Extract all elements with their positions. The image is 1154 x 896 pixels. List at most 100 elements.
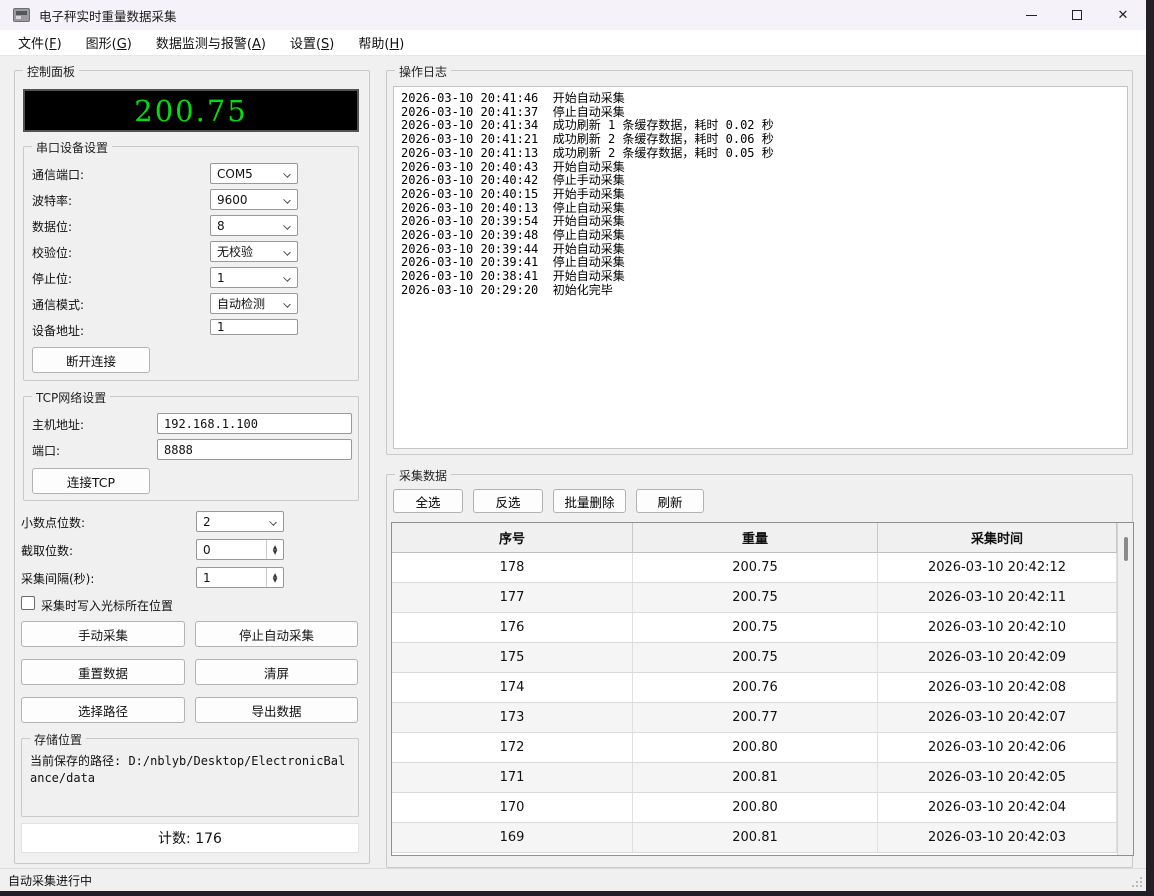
write-cursor-checkbox[interactable] bbox=[21, 596, 35, 610]
field-label: 截取位数: bbox=[21, 542, 73, 559]
storage-path-text: 当前保存的路径: D:/nblyb/Desktop/ElectronicBala… bbox=[30, 753, 350, 787]
minimize-button[interactable] bbox=[1008, 0, 1054, 30]
tcp-settings-group: TCP网络设置 主机地址: 192.168.1.100 端口: 8888 连接T… bbox=[23, 396, 359, 501]
table-cell: 172 bbox=[392, 733, 633, 762]
table-scrollbar-thumb[interactable] bbox=[1124, 537, 1128, 561]
combo-box[interactable]: 1 bbox=[210, 267, 298, 288]
table-row[interactable]: 172200.802026-03-10 20:42:06 bbox=[392, 733, 1133, 763]
table-cell: 200.75 bbox=[633, 553, 878, 582]
spinner-arrows-icon[interactable]: ▲▼ bbox=[266, 540, 283, 559]
log-entry: 2026-03-10 20:40:15 开始手动采集 bbox=[401, 188, 1127, 202]
table-cell: 200.76 bbox=[633, 673, 878, 702]
action-button[interactable]: 手动采集 bbox=[21, 621, 185, 647]
menu-item[interactable]: 帮助(H) bbox=[350, 30, 412, 55]
field-label: 设备地址: bbox=[32, 322, 84, 339]
table-cell: 200.75 bbox=[633, 613, 878, 642]
field-label: 小数点位数: bbox=[21, 514, 85, 531]
action-button[interactable]: 停止自动采集 bbox=[195, 621, 358, 647]
log-entry: 2026-03-10 20:41:13 成功刷新 2 条缓存数据，耗时 0.05… bbox=[401, 147, 1127, 161]
table-cell: 173 bbox=[392, 703, 633, 732]
table-action-button[interactable]: 反选 bbox=[473, 489, 543, 513]
table-header-cell[interactable]: 采集时间 bbox=[878, 523, 1117, 552]
combo-box[interactable]: 无校验 bbox=[210, 241, 298, 262]
table-row[interactable]: 175200.752026-03-10 20:42:09 bbox=[392, 643, 1133, 673]
table-cell: 200.81 bbox=[633, 823, 878, 852]
port-input[interactable]: 8888 bbox=[157, 439, 352, 460]
control-panel-group: 控制面板 200.75 串口设备设置 通信端口:COM5波特率:9600数据位:… bbox=[14, 70, 370, 864]
disconnect-button[interactable]: 断开连接 bbox=[32, 347, 150, 373]
write-cursor-checkbox-label: 采集时写入光标所在位置 bbox=[41, 597, 173, 614]
collected-data-title: 采集数据 bbox=[395, 467, 451, 484]
table-action-button[interactable]: 全选 bbox=[393, 489, 463, 513]
table-row[interactable]: 178200.752026-03-10 20:42:12 bbox=[392, 553, 1133, 583]
table-row[interactable]: 176200.752026-03-10 20:42:10 bbox=[392, 613, 1133, 643]
table-cell: 171 bbox=[392, 763, 633, 792]
combo-box[interactable]: COM5 bbox=[210, 163, 298, 184]
action-button[interactable]: 导出数据 bbox=[195, 697, 358, 723]
table-cell: 174 bbox=[392, 673, 633, 702]
chevron-down-icon bbox=[269, 518, 277, 526]
table-cell: 200.81 bbox=[633, 763, 878, 792]
storage-group: 存储位置 当前保存的路径: D:/nblyb/Desktop/Electroni… bbox=[21, 738, 359, 817]
table-cell: 2026-03-10 20:42:03 bbox=[878, 823, 1117, 852]
table-row[interactable]: 177200.752026-03-10 20:42:11 bbox=[392, 583, 1133, 613]
connect-tcp-button[interactable]: 连接TCP bbox=[32, 468, 150, 494]
action-button[interactable]: 清屏 bbox=[195, 659, 358, 685]
table-row[interactable]: 173200.772026-03-10 20:42:07 bbox=[392, 703, 1133, 733]
field-label: 数据位: bbox=[32, 218, 72, 235]
table-cell: 2026-03-10 20:42:06 bbox=[878, 733, 1117, 762]
table-row[interactable]: 170200.802026-03-10 20:42:04 bbox=[392, 793, 1133, 823]
close-button[interactable]: ✕ bbox=[1100, 0, 1146, 30]
minimize-icon bbox=[1026, 15, 1037, 16]
resize-grip-icon[interactable] bbox=[1132, 877, 1142, 887]
log-entry: 2026-03-10 20:40:42 停止手动采集 bbox=[401, 174, 1127, 188]
action-button[interactable]: 重置数据 bbox=[21, 659, 185, 685]
action-button[interactable]: 选择路径 bbox=[21, 697, 185, 723]
table-header-row: 序号重量采集时间 bbox=[392, 523, 1133, 553]
data-table[interactable]: 序号重量采集时间 178200.752026-03-10 20:42:12177… bbox=[391, 522, 1134, 856]
menu-bar: 文件(F) 图形(G) 数据监测与报警(A) 设置(S) 帮助(H) bbox=[0, 30, 1146, 56]
storage-title: 存储位置 bbox=[30, 731, 86, 748]
spin-box[interactable]: 0▲▼ bbox=[196, 539, 284, 560]
app-window: 电子秤实时重量数据采集 ✕ 文件(F)图形(G)数据监测与报警(A)设置(S)帮… bbox=[0, 0, 1146, 891]
combo-box[interactable]: 8 bbox=[210, 215, 298, 236]
table-row[interactable]: 174200.762026-03-10 20:42:08 bbox=[392, 673, 1133, 703]
table-cell: 170 bbox=[392, 793, 633, 822]
host-label: 主机地址: bbox=[32, 416, 84, 433]
table-action-button[interactable]: 刷新 bbox=[636, 489, 704, 513]
log-textarea[interactable]: 2026-03-10 20:41:46 开始自动采集2026-03-10 20:… bbox=[393, 86, 1128, 449]
weight-display: 200.75 bbox=[23, 89, 359, 132]
table-cell: 200.77 bbox=[633, 703, 878, 732]
combo-box[interactable]: 2 bbox=[196, 511, 284, 532]
menu-item[interactable]: 设置(S) bbox=[282, 30, 342, 55]
table-row[interactable]: 171200.812026-03-10 20:42:05 bbox=[392, 763, 1133, 793]
operation-log-group: 操作日志 2026-03-10 20:41:46 开始自动采集2026-03-1… bbox=[386, 70, 1133, 455]
spinner-arrows-icon[interactable]: ▲▼ bbox=[266, 568, 283, 587]
table-cell: 178 bbox=[392, 553, 633, 582]
close-icon: ✕ bbox=[1118, 8, 1129, 23]
table-row[interactable]: 169200.812026-03-10 20:42:03 bbox=[392, 823, 1133, 853]
menu-item[interactable]: 数据监测与报警(A) bbox=[148, 30, 274, 55]
menu-item[interactable]: 文件(F) bbox=[10, 30, 70, 55]
status-text: 自动采集进行中 bbox=[8, 872, 92, 889]
table-cell: 200.75 bbox=[633, 643, 878, 672]
log-entry: 2026-03-10 20:29:20 初始化完毕 bbox=[401, 284, 1127, 298]
spin-box[interactable]: 1▲▼ bbox=[196, 567, 284, 588]
menu-item[interactable]: 图形(G) bbox=[78, 30, 140, 55]
table-cell: 2026-03-10 20:42:10 bbox=[878, 613, 1117, 642]
text-input[interactable]: 1 bbox=[210, 319, 298, 335]
status-bar: 自动采集进行中 bbox=[0, 868, 1146, 891]
table-header-cell[interactable]: 重量 bbox=[633, 523, 878, 552]
host-input[interactable]: 192.168.1.100 bbox=[157, 413, 352, 434]
table-scrollbar[interactable] bbox=[1117, 523, 1133, 855]
maximize-button[interactable] bbox=[1054, 0, 1100, 30]
table-cell: 2026-03-10 20:42:12 bbox=[878, 553, 1117, 582]
table-header-cell[interactable]: 序号 bbox=[392, 523, 633, 552]
table-cell: 175 bbox=[392, 643, 633, 672]
table-cell: 200.80 bbox=[633, 733, 878, 762]
control-panel-title: 控制面板 bbox=[23, 63, 79, 80]
combo-box[interactable]: 9600 bbox=[210, 189, 298, 210]
count-box: 计数: 176 bbox=[21, 823, 359, 853]
combo-box[interactable]: 自动检测 bbox=[210, 293, 298, 314]
table-action-button[interactable]: 批量删除 bbox=[553, 489, 626, 513]
